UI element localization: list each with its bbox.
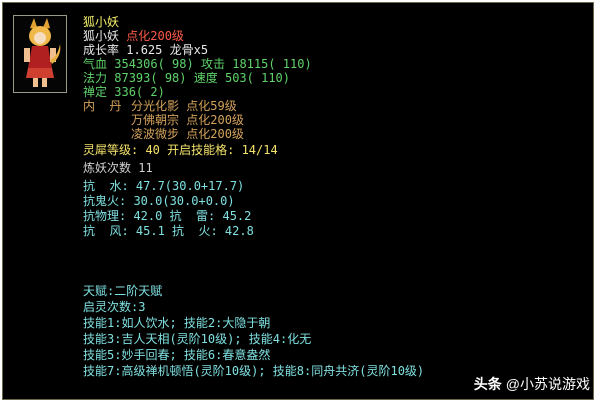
pet-name: 狐小妖 [83, 29, 120, 43]
spirit-line: 灵犀等级: 40 开启技能格: 14/14 [83, 143, 278, 157]
resist-line-3: 抗物理: 42.0 抗 雷: 45.2 [83, 209, 252, 223]
pet-portrait [13, 15, 67, 93]
mp-label: 法力 [83, 71, 108, 85]
skill-line-1: 技能1:如人饮水; 技能2:大隐于朝 [83, 316, 271, 330]
growth-value: 1.625 龙骨x5 [126, 43, 209, 57]
watermark-logo: 头条 [473, 376, 502, 392]
dan-label: 内 丹 [83, 99, 122, 113]
skill-line-3: 技能5:妙手回春; 技能6:春意盎然 [83, 348, 271, 362]
atk-label: 攻击 [200, 57, 225, 71]
talent-line: 天赋:二阶天赋 [83, 284, 163, 298]
watermark-handle: @小苏说游戏 [505, 376, 590, 392]
pet-name-line: 狐小妖 点化200级 [83, 29, 184, 43]
hp-atk-line: 气血 354306( 98) 攻击 18115( 110) [83, 57, 312, 71]
hp-label: 气血 [83, 57, 108, 71]
fox-girl-icon [24, 18, 61, 87]
resist-line-2: 抗鬼火: 30.0(30.0+0.0) [83, 194, 235, 208]
watermark: 头条 @小苏说游戏 [474, 374, 590, 394]
skill-line-2: 技能3:吉人天相(灵阶10级); 技能4:化无 [83, 332, 312, 346]
dan-item-3: 凌波微步 点化200级 [131, 127, 244, 141]
pet-name-suffix: 点化200级 [126, 29, 184, 43]
calm-line: 禅定 336( 2) [83, 85, 165, 99]
dan-item-1: 分光化影 点化59级 [131, 99, 237, 113]
hp-value: 354306( 98) [114, 57, 194, 71]
dan-item-2: 万佛朝宗 点化200级 [131, 113, 244, 127]
skill-line-4: 技能7:高级禅机顿悟(灵阶10级); 技能8:同舟共济(灵阶10级) [83, 364, 425, 378]
spd-label: 速度 [193, 71, 218, 85]
pet-info-panel: 狐小妖 狐小妖 点化200级 成长率 1.625 龙骨x5 气血 354306(… [2, 2, 594, 400]
calm-label: 禅定 [83, 85, 108, 99]
atk-value: 18115( 110) [232, 57, 312, 71]
pet-title: 狐小妖 [83, 15, 120, 29]
resist-line-4: 抗 风: 45.1 抗 火: 42.8 [83, 224, 254, 238]
awaken-line: 启灵次数:3 [83, 300, 146, 314]
mp-value: 87393( 98) [114, 71, 187, 85]
mp-spd-line: 法力 87393( 98) 速度 503( 110) [83, 71, 290, 85]
growth-label: 成长率 [83, 43, 120, 57]
resist-line-1: 抗 水: 47.7(30.0+17.7) [83, 179, 245, 193]
calm-value: 336( 2) [114, 85, 165, 99]
growth-line: 成长率 1.625 龙骨x5 [83, 43, 208, 57]
spd-value: 503( 110) [224, 71, 291, 85]
refine-line: 炼妖次数 11 [83, 161, 153, 175]
